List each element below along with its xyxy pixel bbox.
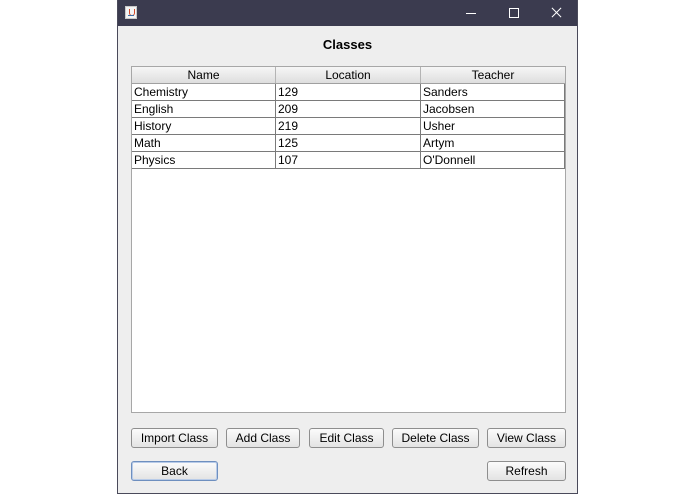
minimize-icon[interactable]	[450, 0, 492, 26]
cell-location[interactable]: 107	[276, 152, 421, 169]
cell-name[interactable]: English	[132, 101, 276, 118]
cell-teacher[interactable]: Sanders	[421, 84, 565, 101]
back-button[interactable]: Back	[131, 461, 218, 481]
column-header-teacher[interactable]: Teacher	[421, 67, 565, 83]
table-body: Chemistry 129 Sanders English 209 Jacobs…	[132, 84, 565, 169]
classes-table[interactable]: Name Location Teacher Chemistry 129 Sand…	[131, 66, 566, 413]
table-row[interactable]: Chemistry 129 Sanders	[132, 84, 565, 101]
table-header: Name Location Teacher	[132, 67, 565, 84]
cell-location[interactable]: 219	[276, 118, 421, 135]
java-icon	[125, 6, 137, 19]
table-row[interactable]: English 209 Jacobsen	[132, 101, 565, 118]
classes-window: Classes Name Location Teacher Chemistry …	[117, 0, 578, 494]
column-header-name[interactable]: Name	[132, 67, 276, 83]
table-row[interactable]: Physics 107 O'Donnell	[132, 152, 565, 169]
table-row[interactable]: Math 125 Artym	[132, 135, 565, 152]
cell-location[interactable]: 125	[276, 135, 421, 152]
cell-teacher[interactable]: Jacobsen	[421, 101, 565, 118]
cell-name[interactable]: History	[132, 118, 276, 135]
cell-name[interactable]: Chemistry	[132, 84, 276, 101]
cell-teacher[interactable]: Artym	[421, 135, 565, 152]
cell-location[interactable]: 129	[276, 84, 421, 101]
cell-location[interactable]: 209	[276, 101, 421, 118]
page-title: Classes	[322, 37, 373, 52]
view-class-button[interactable]: View Class	[487, 428, 566, 448]
cell-name[interactable]: Physics	[132, 152, 276, 169]
delete-class-button[interactable]: Delete Class	[392, 428, 479, 448]
title-bar[interactable]	[118, 0, 577, 26]
import-class-button[interactable]: Import Class	[131, 428, 218, 448]
cell-teacher[interactable]: O'Donnell	[421, 152, 565, 169]
cell-teacher[interactable]: Usher	[421, 118, 565, 135]
maximize-icon[interactable]	[493, 0, 535, 26]
column-header-location[interactable]: Location	[276, 67, 421, 83]
close-icon[interactable]	[535, 0, 577, 26]
table-row[interactable]: History 219 Usher	[132, 118, 565, 135]
cell-name[interactable]: Math	[132, 135, 276, 152]
refresh-button[interactable]: Refresh	[487, 461, 566, 481]
add-class-button[interactable]: Add Class	[226, 428, 300, 448]
edit-class-button[interactable]: Edit Class	[309, 428, 384, 448]
